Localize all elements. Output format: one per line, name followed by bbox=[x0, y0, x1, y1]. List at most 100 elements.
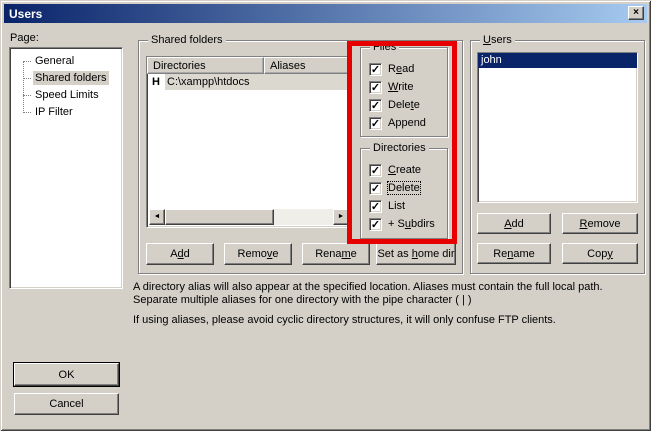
checkbox-write[interactable]: ✓ Write bbox=[369, 78, 443, 96]
shared-remove-button[interactable]: Remove bbox=[224, 243, 292, 265]
home-dir-marker: H bbox=[152, 76, 165, 88]
label-part: bdirs bbox=[411, 218, 435, 230]
page-label: Page: bbox=[10, 32, 39, 44]
label-part: d bbox=[184, 248, 190, 260]
users-rename-button[interactable]: Rename bbox=[477, 243, 551, 264]
label-part: C bbox=[388, 164, 396, 176]
checkbox-icon[interactable]: ✓ bbox=[369, 200, 382, 213]
page-item-label: Shared folders bbox=[33, 71, 109, 85]
checkmark-icon: ✓ bbox=[370, 201, 381, 213]
label-part: e bbox=[351, 248, 357, 260]
titlebar[interactable]: Users × bbox=[4, 4, 647, 23]
label-part: Cop bbox=[587, 248, 607, 260]
cancel-button[interactable]: Cancel bbox=[14, 393, 119, 415]
shared-add-button[interactable]: Add bbox=[146, 243, 214, 265]
label-part: Rena bbox=[315, 248, 341, 260]
label-part: R bbox=[388, 63, 396, 75]
label-part: e bbox=[272, 248, 278, 260]
scrollbar-track[interactable] bbox=[274, 209, 333, 225]
users-add-button[interactable]: Add bbox=[477, 213, 551, 234]
checkmark-icon: ✓ bbox=[370, 165, 381, 177]
checkbox-label: Create bbox=[388, 164, 421, 176]
shared-rename-button[interactable]: Rename bbox=[302, 243, 370, 265]
checkbox-icon[interactable]: ✓ bbox=[369, 182, 382, 195]
users-listbox[interactable]: john bbox=[477, 52, 638, 203]
close-icon[interactable]: × bbox=[628, 6, 644, 20]
checkbox-subdirs[interactable]: ✓ + Subdirs bbox=[369, 215, 443, 233]
checkbox-icon[interactable]: ✓ bbox=[369, 81, 382, 94]
label-part: ad bbox=[402, 63, 414, 75]
files-group-label: Files bbox=[370, 41, 399, 53]
label-part: + S bbox=[388, 218, 405, 230]
directories-listview[interactable]: Directories Aliases H C:\xampp\htdocs ◄ … bbox=[146, 56, 352, 228]
column-header-aliases[interactable]: Aliases bbox=[264, 57, 351, 74]
checkbox-read[interactable]: ✓ Read bbox=[369, 60, 443, 78]
checkmark-icon: ✓ bbox=[370, 64, 381, 76]
checkmark-icon: ✓ bbox=[370, 100, 381, 112]
checkmark-icon: ✓ bbox=[370, 219, 381, 231]
directory-row[interactable]: H C:\xampp\htdocs bbox=[147, 74, 351, 90]
label-part: reate bbox=[396, 164, 421, 176]
checkbox-label: List bbox=[388, 200, 405, 212]
users-dialog: Users × Page: General Shared folders Spe… bbox=[0, 0, 651, 431]
checkmark-icon: ✓ bbox=[370, 183, 381, 195]
label-part: A bbox=[504, 218, 511, 230]
label-part: emove bbox=[587, 218, 620, 230]
page-item-general[interactable]: General bbox=[10, 53, 122, 70]
scroll-left-icon[interactable]: ◄ bbox=[149, 209, 165, 225]
label-part: A bbox=[170, 248, 177, 260]
checkmark-icon: ✓ bbox=[370, 82, 381, 94]
checkbox-icon[interactable]: ✓ bbox=[369, 164, 382, 177]
users-remove-button[interactable]: Remove bbox=[562, 213, 638, 234]
listview-header: Directories Aliases bbox=[147, 57, 351, 74]
checkbox-create[interactable]: ✓ Create bbox=[369, 161, 443, 179]
checkbox-label: Read bbox=[388, 63, 414, 75]
checkbox-delete-files[interactable]: ✓ Delete bbox=[369, 96, 443, 114]
label-part: Set as bbox=[377, 248, 411, 260]
page-item-shared-folders[interactable]: Shared folders bbox=[10, 70, 122, 87]
users-group-label: Users bbox=[480, 34, 515, 46]
label-part: Delete bbox=[388, 182, 420, 194]
checkmark-icon: ✓ bbox=[370, 118, 381, 130]
checkbox-icon[interactable]: ✓ bbox=[369, 99, 382, 112]
horizontal-scrollbar[interactable]: ◄ ► bbox=[149, 209, 349, 225]
user-item-john[interactable]: john bbox=[478, 53, 637, 68]
label-part: W bbox=[388, 81, 398, 93]
column-header-directories[interactable]: Directories bbox=[147, 57, 264, 74]
label-part: m bbox=[342, 248, 351, 260]
label-part: List bbox=[388, 200, 405, 212]
checkbox-delete-dirs[interactable]: ✓ Delete bbox=[369, 179, 443, 197]
users-copy-button[interactable]: Copy bbox=[562, 243, 638, 264]
checkbox-icon[interactable]: ✓ bbox=[369, 63, 382, 76]
directories-group: Directories ✓ Create ✓ Delete ✓ List ✓ +… bbox=[360, 148, 448, 239]
label-part: ome dir bbox=[418, 248, 455, 260]
alias-notes: A directory alias will also appear at th… bbox=[133, 281, 648, 327]
directory-path: C:\xampp\htdocs bbox=[165, 74, 351, 90]
checkbox-label: Delete bbox=[388, 182, 420, 194]
label-part: sers bbox=[491, 34, 512, 46]
scrollbar-thumb[interactable] bbox=[165, 209, 274, 225]
label-part: e bbox=[414, 99, 420, 111]
checkbox-icon[interactable]: ✓ bbox=[369, 218, 382, 231]
checkbox-append[interactable]: ✓ Append bbox=[369, 114, 443, 132]
set-as-home-dir-button[interactable]: Set as home dir bbox=[376, 243, 456, 265]
window-title: Users bbox=[9, 7, 42, 21]
scroll-right-icon[interactable]: ► bbox=[333, 209, 349, 225]
page-item-label: IP Filter bbox=[33, 105, 75, 119]
checkbox-icon[interactable]: ✓ bbox=[369, 117, 382, 130]
page-tree[interactable]: General Shared folders Speed Limits IP F… bbox=[9, 47, 123, 289]
label-part: U bbox=[483, 34, 491, 46]
label-part: Dele bbox=[388, 99, 411, 111]
label-part: Re bbox=[493, 248, 507, 260]
files-group: Files ✓ Read ✓ Write ✓ Delete ✓ Append bbox=[360, 47, 448, 137]
label-part: Remo bbox=[238, 248, 267, 260]
label-part: rite bbox=[398, 81, 413, 93]
page-item-speed-limits[interactable]: Speed Limits bbox=[10, 87, 122, 104]
page-item-ip-filter[interactable]: IP Filter bbox=[10, 104, 122, 121]
alias-note-2: If using aliases, please avoid cyclic di… bbox=[133, 314, 648, 327]
checkbox-list[interactable]: ✓ List bbox=[369, 197, 443, 215]
label-part: Append bbox=[388, 117, 426, 129]
directories-group-label: Directories bbox=[370, 142, 429, 154]
label-part: dd bbox=[512, 218, 524, 230]
ok-button[interactable]: OK bbox=[14, 363, 119, 386]
